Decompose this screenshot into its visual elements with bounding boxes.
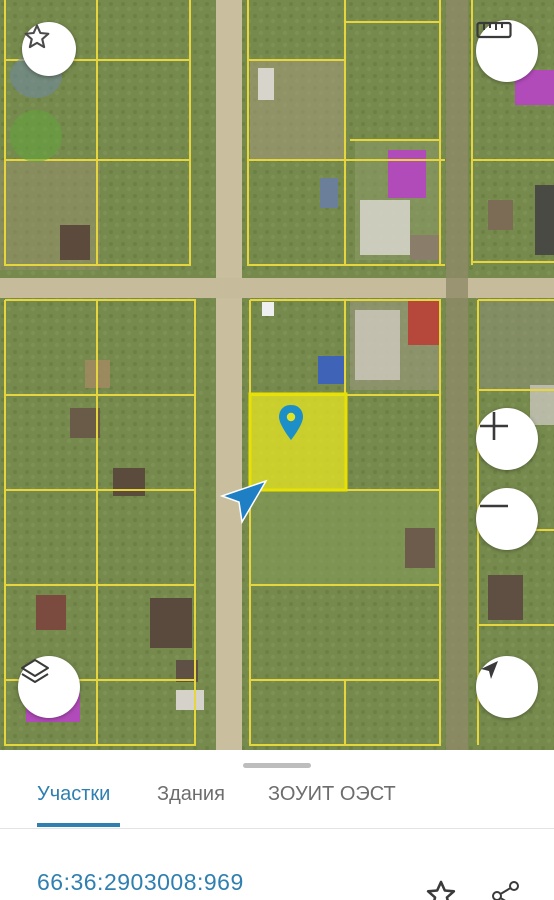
building [320, 178, 338, 208]
parcel-info-panel: Участки Здания ЗОУИТ ОЭСТ 66:36:2903008:… [0, 750, 554, 900]
ghost-button [10, 110, 62, 162]
building [113, 468, 145, 496]
tab-bar: Участки Здания ЗОУИТ ОЭСТ [0, 772, 554, 829]
building [408, 300, 440, 345]
active-tab-indicator [37, 823, 120, 827]
building [60, 225, 90, 260]
share-icon [492, 881, 519, 900]
building [262, 302, 274, 316]
star-outline-icon [426, 880, 456, 900]
ruler-icon [476, 21, 512, 39]
ruler-button[interactable] [476, 20, 538, 82]
bare-ground [480, 300, 554, 390]
minus-icon [480, 504, 508, 508]
building [355, 310, 400, 380]
tab-zouit-oest[interactable]: ЗОУИТ ОЭСТ [268, 777, 396, 833]
building [70, 408, 100, 438]
building [258, 68, 274, 100]
tab-buildings[interactable]: Здания [157, 777, 225, 833]
building [405, 528, 435, 568]
road-vertical-right [446, 0, 468, 750]
building [535, 185, 554, 255]
layers-icon [21, 659, 49, 683]
my-location-button[interactable] [476, 656, 538, 718]
building [488, 575, 523, 620]
building [176, 690, 204, 710]
zoom-out-button[interactable] [476, 488, 538, 550]
layers-button[interactable] [18, 656, 80, 718]
favorite-button[interactable] [22, 22, 76, 76]
building [318, 356, 344, 384]
navigation-arrow-icon [481, 661, 498, 679]
zoom-in-button[interactable] [476, 408, 538, 470]
building [360, 200, 410, 255]
building [410, 235, 440, 260]
cadastral-number: 66:36:2903008:969 [37, 869, 244, 895]
parcel-favorite-button[interactable] [424, 878, 458, 900]
parcel-share-button[interactable] [488, 878, 524, 900]
road-vertical [216, 0, 242, 750]
building [36, 595, 66, 630]
satellite-map [0, 0, 554, 750]
star-outline-icon [24, 24, 50, 49]
map-view[interactable] [0, 0, 554, 750]
plus-icon [480, 412, 508, 440]
building-highlight [388, 150, 426, 198]
drag-handle[interactable] [243, 763, 311, 768]
building [150, 598, 192, 648]
building [488, 200, 513, 230]
road-horizontal [0, 278, 554, 298]
